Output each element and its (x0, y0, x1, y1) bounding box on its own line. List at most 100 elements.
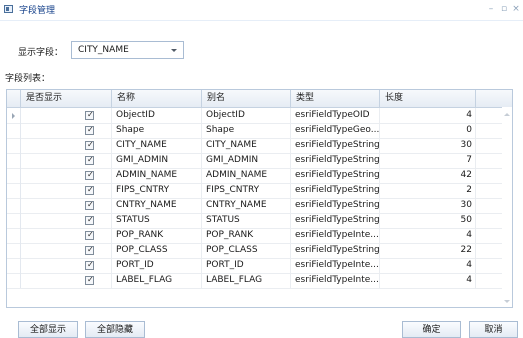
cell-type[interactable]: esriFieldTypeString (291, 138, 380, 153)
cell-length[interactable]: 7 (380, 153, 476, 168)
cell-alias[interactable]: PORT_ID (202, 258, 291, 273)
visible-checkbox[interactable]: ✓ (85, 155, 94, 165)
row-header[interactable] (7, 273, 21, 288)
cell-name[interactable]: CNTRY_NAME (112, 198, 202, 213)
cell-length[interactable]: 42 (380, 168, 476, 183)
visible-checkbox[interactable]: ✓ (85, 185, 94, 195)
table-row[interactable]: ✓ ObjectID ObjectID esriFieldTypeOID 4 (7, 108, 502, 124)
row-header[interactable] (7, 213, 21, 228)
minimize-icon[interactable]: – (486, 3, 496, 15)
cell-name[interactable]: POP_CLASS (112, 243, 202, 258)
cell-name[interactable]: ADMIN_NAME (112, 168, 202, 183)
visible-checkbox[interactable]: ✓ (85, 245, 94, 255)
cell-name[interactable]: PORT_ID (112, 258, 202, 273)
visible-checkbox[interactable]: ✓ (85, 260, 94, 270)
visible-checkbox[interactable]: ✓ (85, 230, 94, 240)
cancel-button[interactable]: 取消 (469, 321, 518, 338)
cell-alias[interactable]: CNTRY_NAME (202, 198, 291, 213)
cell-alias[interactable]: GMI_ADMIN (202, 153, 291, 168)
cell-alias[interactable]: Shape (202, 123, 291, 138)
column-header-alias[interactable]: 别名 (202, 90, 291, 107)
cell-alias[interactable]: ObjectID (202, 108, 291, 123)
close-icon[interactable]: × (511, 3, 521, 15)
cell-length[interactable]: 4 (380, 273, 476, 288)
cell-type[interactable]: esriFieldTypeString (291, 243, 380, 258)
cell-length[interactable]: 4 (380, 258, 476, 273)
table-row[interactable]: ✓ GMI_ADMIN GMI_ADMIN esriFieldTypeString 7 (7, 153, 502, 169)
cell-length[interactable]: 2 (380, 183, 476, 198)
current-row-indicator-icon[interactable] (7, 108, 21, 123)
table-row[interactable]: ✓ ADMIN_NAME ADMIN_NAME esriFieldTypeString… (7, 168, 502, 184)
cell-name[interactable]: GMI_ADMIN (112, 153, 202, 168)
table-row[interactable]: ✓ LABEL_FLAG LABEL_FLAG esriFieldTypeInte..… (7, 273, 502, 289)
row-header[interactable] (7, 198, 21, 213)
table-row[interactable]: ✓ STATUS STATUS esriFieldTypeString 50 (7, 213, 502, 229)
maximize-icon[interactable]: ▫ (499, 3, 509, 15)
row-header[interactable] (7, 153, 21, 168)
visible-checkbox[interactable]: ✓ (85, 200, 94, 210)
table-row[interactable]: ✓ Shape Shape esriFieldTypeGeo... 0 (7, 123, 502, 139)
cell-type[interactable]: esriFieldTypeOID (291, 108, 380, 123)
cell-type[interactable]: esriFieldTypeGeo... (291, 123, 380, 138)
scroll-up-icon[interactable] (504, 113, 510, 116)
column-header-visible[interactable]: 是否显示 (21, 90, 112, 107)
table-row[interactable]: ✓ FIPS_CNTRY FIPS_CNTRY esriFieldTypeString… (7, 183, 502, 199)
row-header[interactable] (7, 183, 21, 198)
chevron-down-icon[interactable] (171, 49, 177, 52)
show-all-button[interactable]: 全部显示 (18, 321, 78, 338)
row-header[interactable] (7, 228, 21, 243)
cell-length[interactable]: 22 (380, 243, 476, 258)
cell-type[interactable]: esriFieldTypeString (291, 213, 380, 228)
row-header[interactable] (7, 123, 21, 138)
column-header-name[interactable]: 名称 (112, 90, 202, 107)
ok-button[interactable]: 确定 (402, 321, 461, 338)
table-row[interactable]: ✓ CNTRY_NAME CNTRY_NAME esriFieldTypeString… (7, 198, 502, 214)
cell-length[interactable]: 0 (380, 123, 476, 138)
cell-type[interactable]: esriFieldTypeString (291, 153, 380, 168)
cell-alias[interactable]: CITY_NAME (202, 138, 291, 153)
visible-checkbox[interactable]: ✓ (85, 170, 94, 180)
visible-checkbox[interactable]: ✓ (85, 110, 94, 120)
table-row[interactable]: ✓ POP_RANK POP_RANK esriFieldTypeInte... 4 (7, 228, 502, 244)
cell-type[interactable]: esriFieldTypeInte... (291, 258, 380, 273)
cell-name[interactable]: CITY_NAME (112, 138, 202, 153)
cell-alias[interactable]: LABEL_FLAG (202, 273, 291, 288)
table-row[interactable]: ✓ CITY_NAME CITY_NAME esriFieldTypeString 30 (7, 138, 502, 154)
table-row[interactable]: ✓ PORT_ID PORT_ID esriFieldTypeInte... 4 (7, 258, 502, 274)
visible-checkbox[interactable]: ✓ (85, 125, 94, 135)
cell-alias[interactable]: ADMIN_NAME (202, 168, 291, 183)
cell-type[interactable]: esriFieldTypeString (291, 198, 380, 213)
cell-type[interactable]: esriFieldTypeInte... (291, 228, 380, 243)
row-header[interactable] (7, 243, 21, 258)
cell-length[interactable]: 30 (380, 138, 476, 153)
visible-checkbox[interactable]: ✓ (85, 140, 94, 150)
row-header[interactable] (7, 168, 21, 183)
visible-checkbox[interactable]: ✓ (85, 215, 94, 225)
cell-name[interactable]: LABEL_FLAG (112, 273, 202, 288)
cell-name[interactable]: STATUS (112, 213, 202, 228)
cell-length[interactable]: 4 (380, 108, 476, 123)
row-header[interactable] (7, 258, 21, 273)
column-header-length[interactable]: 长度 (380, 90, 476, 107)
cell-length[interactable]: 50 (380, 213, 476, 228)
hide-all-button[interactable]: 全部隐藏 (85, 321, 145, 338)
cell-name[interactable]: FIPS_CNTRY (112, 183, 202, 198)
cell-alias[interactable]: STATUS (202, 213, 291, 228)
cell-name[interactable]: Shape (112, 123, 202, 138)
vertical-scrollbar[interactable] (502, 107, 512, 307)
cell-alias[interactable]: POP_RANK (202, 228, 291, 243)
cell-type[interactable]: esriFieldTypeInte... (291, 273, 380, 288)
display-field-select[interactable]: CITY_NAME (71, 41, 184, 59)
cell-length[interactable]: 30 (380, 198, 476, 213)
cell-alias[interactable]: POP_CLASS (202, 243, 291, 258)
cell-alias[interactable]: FIPS_CNTRY (202, 183, 291, 198)
column-header-type[interactable]: 类型 (291, 90, 380, 107)
scroll-down-icon[interactable] (504, 300, 510, 303)
cell-length[interactable]: 4 (380, 228, 476, 243)
row-header[interactable] (7, 138, 21, 153)
visible-checkbox[interactable]: ✓ (85, 275, 94, 285)
table-row[interactable]: ✓ POP_CLASS POP_CLASS esriFieldTypeString 22 (7, 243, 502, 259)
cell-type[interactable]: esriFieldTypeString (291, 183, 380, 198)
cell-type[interactable]: esriFieldTypeString (291, 168, 380, 183)
cell-name[interactable]: POP_RANK (112, 228, 202, 243)
